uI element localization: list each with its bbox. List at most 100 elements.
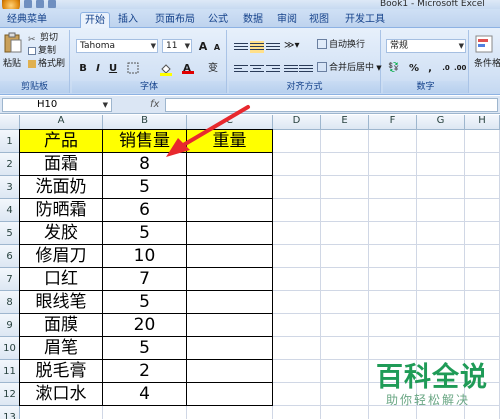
table-cell[interactable]: 面霜 — [19, 153, 103, 176]
table-cell[interactable] — [187, 199, 273, 222]
table-cell[interactable]: 口红 — [19, 268, 103, 291]
empty-cell[interactable] — [465, 291, 500, 314]
table-cell[interactable]: 脱毛膏 — [19, 360, 103, 383]
empty-cell[interactable] — [321, 360, 369, 383]
column-header-c[interactable]: C — [187, 115, 273, 130]
table-cell[interactable]: 2 — [103, 360, 187, 383]
tab-view[interactable]: 视图 — [306, 12, 332, 28]
row-header[interactable]: 1 — [0, 130, 20, 153]
wrap-text-button[interactable]: 自动换行 — [317, 39, 365, 51]
empty-cell[interactable] — [273, 153, 321, 176]
empty-cell[interactable] — [273, 360, 321, 383]
increase-decimal-button[interactable]: .0 — [439, 61, 453, 75]
comma-button[interactable]: , — [423, 61, 437, 75]
empty-cell[interactable] — [273, 199, 321, 222]
row-header[interactable]: 9 — [0, 314, 20, 337]
table-cell[interactable]: 眉笔 — [19, 337, 103, 360]
empty-cell[interactable] — [465, 130, 500, 153]
conditional-format-button[interactable]: 条件格 — [474, 34, 500, 70]
table-cell[interactable] — [187, 291, 273, 314]
fill-color-button[interactable] — [158, 61, 172, 76]
empty-cell[interactable] — [273, 406, 321, 419]
table-cell[interactable]: 6 — [103, 199, 187, 222]
tab-review[interactable]: 审阅 — [274, 12, 300, 28]
empty-cell[interactable] — [273, 337, 321, 360]
paste-button[interactable]: 粘贴 — [3, 32, 25, 69]
column-header-g[interactable]: G — [417, 115, 465, 130]
table-cell[interactable] — [187, 337, 273, 360]
phonetic-button[interactable]: 变 — [206, 61, 220, 75]
redo-icon[interactable] — [48, 0, 56, 8]
empty-cell[interactable] — [321, 222, 369, 245]
number-format-select[interactable]: 常规 ▼ — [386, 39, 466, 53]
table-cell[interactable] — [187, 360, 273, 383]
empty-cell[interactable] — [273, 268, 321, 291]
empty-cell[interactable] — [465, 222, 500, 245]
empty-cell[interactable] — [465, 245, 500, 268]
row-header[interactable]: 10 — [0, 337, 20, 360]
empty-cell[interactable] — [321, 268, 369, 291]
empty-cell[interactable] — [273, 245, 321, 268]
currency-button[interactable]: 💱 — [387, 61, 401, 75]
empty-cell[interactable] — [369, 153, 417, 176]
align-right-icon[interactable] — [266, 63, 280, 75]
table-header-cell[interactable]: 产品 — [19, 129, 103, 153]
table-cell[interactable] — [187, 153, 273, 176]
table-cell[interactable]: 漱口水 — [19, 383, 103, 406]
empty-cell[interactable] — [417, 176, 465, 199]
empty-cell[interactable] — [369, 314, 417, 337]
tab-data[interactable]: 数据 — [240, 12, 266, 28]
empty-cell[interactable] — [273, 314, 321, 337]
cut-button[interactable]: ✂ 剪切 — [28, 32, 58, 45]
empty-cell[interactable] — [321, 291, 369, 314]
table-cell[interactable] — [187, 176, 273, 199]
table-cell[interactable]: 发胶 — [19, 222, 103, 245]
empty-cell[interactable] — [187, 406, 273, 419]
align-bottom-icon[interactable] — [266, 41, 280, 53]
column-header-a[interactable]: A — [20, 115, 103, 130]
column-header-b[interactable]: B — [103, 115, 187, 130]
grow-font-button[interactable]: A — [196, 39, 210, 53]
borders-button[interactable] — [126, 61, 140, 75]
font-color-button[interactable]: A — [180, 61, 194, 75]
column-header-f[interactable]: F — [369, 115, 417, 130]
orientation-button[interactable]: ≫▾ — [284, 40, 300, 52]
table-cell[interactable]: 20 — [103, 314, 187, 337]
table-header-cell[interactable]: 重量 — [187, 129, 273, 153]
empty-cell[interactable] — [465, 176, 500, 199]
table-cell[interactable]: 5 — [103, 176, 187, 199]
empty-cell[interactable] — [321, 153, 369, 176]
row-header[interactable]: 2 — [0, 153, 20, 176]
formula-input[interactable] — [165, 98, 498, 112]
name-box[interactable]: H10 ▼ — [2, 98, 112, 112]
empty-cell[interactable] — [273, 291, 321, 314]
decrease-indent-icon[interactable] — [284, 63, 298, 75]
empty-cell[interactable] — [465, 153, 500, 176]
row-header[interactable]: 5 — [0, 222, 20, 245]
column-header-h[interactable]: H — [465, 115, 500, 130]
merge-center-button[interactable]: 合并后居中 ▼ — [317, 62, 382, 74]
font-size-select[interactable]: 11 ▼ — [162, 39, 192, 53]
italic-button[interactable]: I — [91, 61, 105, 75]
empty-cell[interactable] — [321, 199, 369, 222]
row-header[interactable]: 13 — [0, 406, 20, 419]
empty-cell[interactable] — [465, 199, 500, 222]
decrease-decimal-button[interactable]: .00 — [453, 61, 467, 75]
table-cell[interactable] — [187, 268, 273, 291]
empty-cell[interactable] — [273, 222, 321, 245]
select-all-corner[interactable] — [0, 115, 20, 130]
empty-cell[interactable] — [369, 176, 417, 199]
empty-cell[interactable] — [369, 199, 417, 222]
table-cell[interactable]: 8 — [103, 153, 187, 176]
tab-developer[interactable]: 开发工具 — [340, 12, 390, 28]
empty-cell[interactable] — [417, 222, 465, 245]
empty-cell[interactable] — [465, 314, 500, 337]
empty-cell[interactable] — [103, 406, 187, 419]
empty-cell[interactable] — [20, 406, 103, 419]
row-header[interactable]: 11 — [0, 360, 20, 383]
table-cell[interactable]: 4 — [103, 383, 187, 406]
empty-cell[interactable] — [321, 245, 369, 268]
tab-page-layout[interactable]: 页面布局 — [150, 12, 200, 28]
empty-cell[interactable] — [321, 337, 369, 360]
empty-cell[interactable] — [465, 268, 500, 291]
